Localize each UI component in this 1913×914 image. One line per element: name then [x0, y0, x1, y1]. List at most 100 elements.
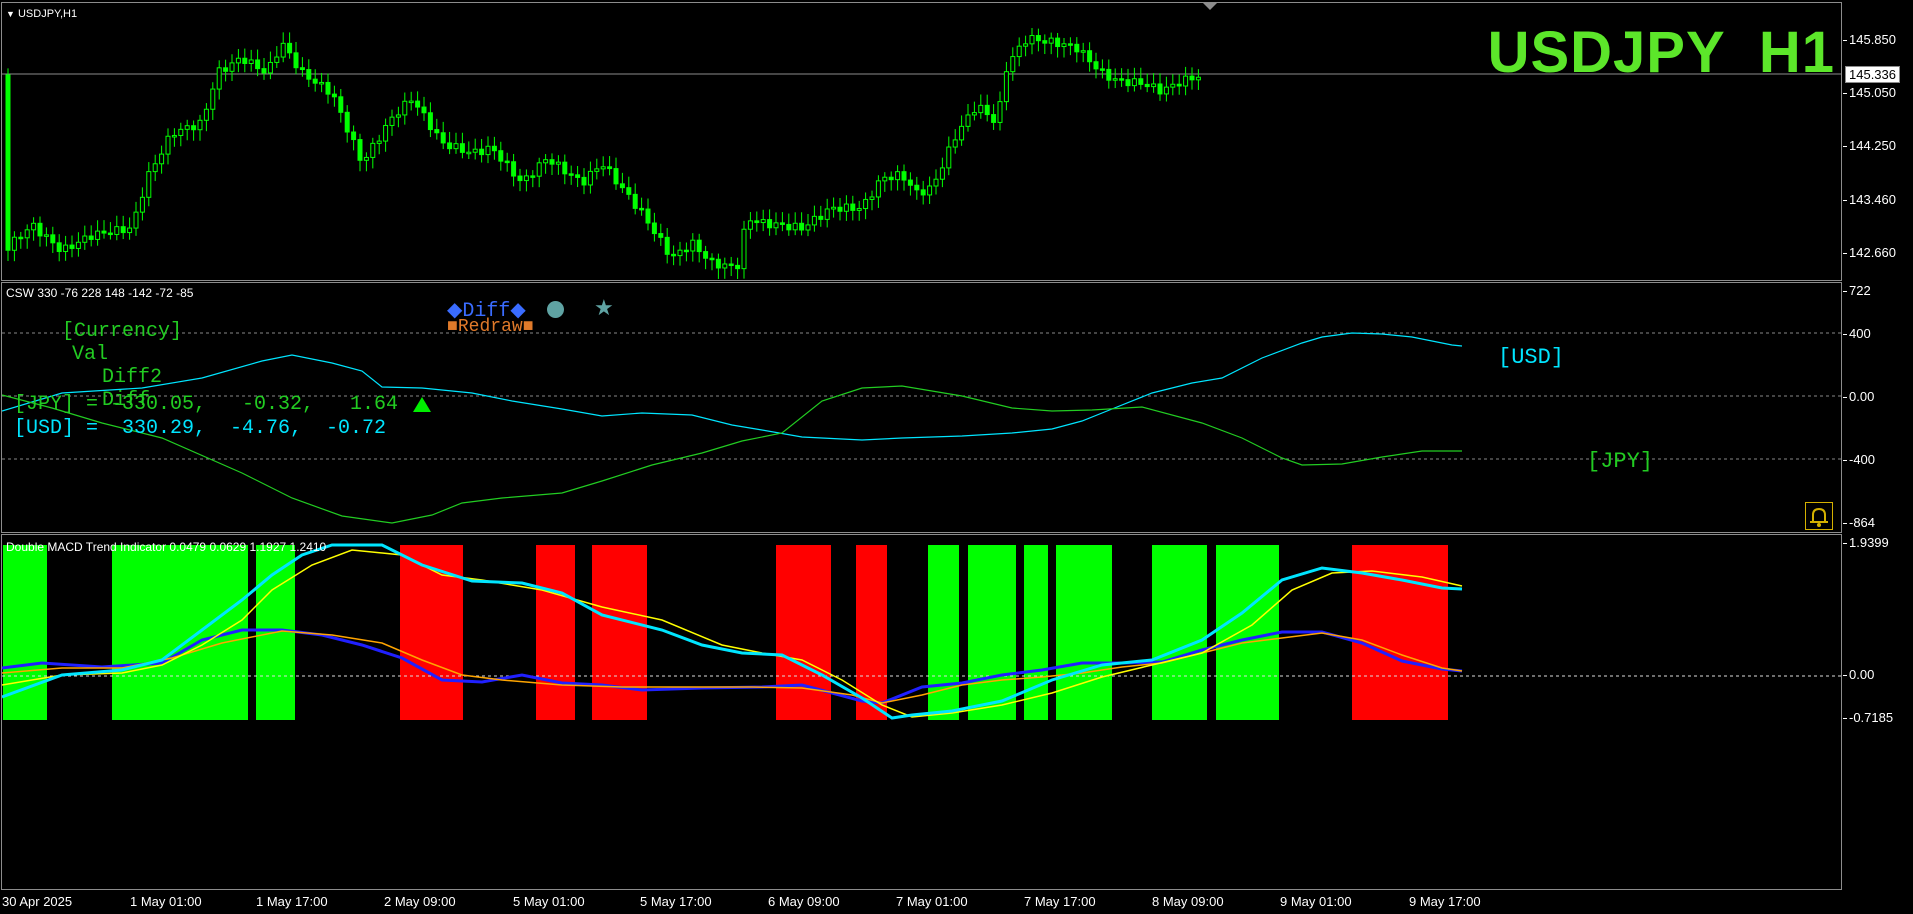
time-label: 30 Apr 2025	[2, 894, 73, 909]
macd-indicator-pane[interactable]: Double MACD Trend Indicator 0.0479 0.062…	[1, 534, 1842, 890]
candle-body	[1189, 75, 1195, 81]
candle-body	[325, 81, 331, 95]
candle-body	[1048, 37, 1054, 44]
redraw-button-label: Redraw	[457, 317, 523, 337]
candle-body	[466, 151, 472, 155]
candle-body	[88, 235, 94, 240]
candle-body	[56, 242, 62, 253]
candle-body	[888, 176, 894, 181]
candle-body	[261, 68, 267, 74]
candle-body	[1074, 43, 1080, 53]
candle-body	[517, 175, 523, 182]
macd-histogram-lines	[2, 543, 1841, 720]
time-label: 9 May 17:00	[1409, 894, 1481, 909]
candle-body	[43, 234, 49, 237]
candle-body	[1195, 76, 1201, 81]
candle-body	[760, 219, 766, 224]
candle-body	[216, 67, 222, 90]
candle-body	[1170, 83, 1176, 88]
candle-body	[549, 159, 555, 165]
candle-body	[651, 222, 657, 235]
candle-body	[274, 56, 280, 63]
candle-body	[773, 222, 779, 229]
candle-body	[383, 124, 389, 142]
candle-body	[747, 220, 753, 230]
candle-body	[1035, 35, 1041, 42]
candle-body	[1003, 71, 1009, 103]
candle-body	[920, 189, 926, 196]
candle-body	[754, 220, 760, 224]
candle-body	[722, 263, 728, 269]
price-chart-pane[interactable]: ▼ USDJPY,H1 USDJPY H1	[1, 2, 1842, 281]
candle-body	[677, 249, 683, 257]
candle-body	[767, 219, 773, 229]
candle-body	[165, 135, 171, 155]
csw-header-val: Val	[72, 343, 109, 366]
circle-icon[interactable]	[547, 301, 564, 318]
candle-body	[575, 174, 581, 178]
candle-body	[351, 131, 357, 141]
price-tick: 145.050	[1843, 85, 1896, 100]
candle-body	[11, 236, 17, 251]
time-label: 5 May 17:00	[640, 894, 712, 909]
candle-body	[946, 146, 952, 169]
candle-body	[184, 125, 190, 130]
candle-body	[1010, 56, 1016, 73]
time-label: 2 May 09:00	[384, 894, 456, 909]
candle-body	[434, 129, 440, 134]
candle-body	[402, 100, 408, 116]
candle-body	[133, 211, 139, 229]
candle-body	[1042, 40, 1048, 44]
candle-body	[1106, 68, 1112, 81]
square-icon: ■	[522, 315, 534, 335]
candle-body	[779, 222, 785, 225]
candle-body	[850, 203, 856, 211]
candle-body	[831, 206, 837, 210]
candle-body	[191, 125, 197, 131]
bell-alert-icon[interactable]	[1805, 502, 1833, 530]
trend-bar	[928, 545, 959, 720]
candle-body	[645, 208, 651, 224]
candle-body	[562, 161, 568, 175]
candle-body	[101, 230, 107, 234]
candle-body	[805, 224, 811, 231]
candle-body	[1157, 83, 1163, 95]
candle-body	[152, 163, 158, 173]
candle-body	[799, 222, 805, 231]
candle-body	[95, 230, 101, 240]
star-icon[interactable]: ★	[594, 295, 614, 321]
redraw-button[interactable]: ■Redraw■	[447, 315, 534, 337]
candle-body	[1131, 78, 1137, 87]
candle-body	[1061, 43, 1067, 48]
csw-axis: 722 400 0.00 -400 -864	[1842, 282, 1913, 533]
candle-body	[491, 145, 497, 152]
candle-body	[127, 227, 133, 234]
candle-body	[421, 106, 427, 114]
candle-body	[415, 100, 421, 108]
candle-body	[120, 226, 126, 234]
candle-body	[875, 180, 881, 198]
shift-marker-icon[interactable]	[1203, 3, 1217, 10]
candle-body	[511, 161, 517, 177]
candle-body	[882, 176, 888, 182]
candle-body	[639, 207, 645, 211]
candle-body	[82, 235, 88, 243]
macd-axis: 1.9399 0.00 -0.7185	[1842, 534, 1913, 890]
trend-bar	[1056, 545, 1112, 720]
candle-body	[229, 62, 235, 72]
candle-body	[287, 42, 293, 54]
candle-body	[690, 239, 696, 252]
candle-body	[959, 125, 965, 141]
csw-indicator-pane[interactable]: CSW 330 -76 228 148 -142 -72 -85 [Curren…	[1, 282, 1842, 533]
candle-body	[210, 88, 216, 110]
candle-body	[632, 193, 638, 209]
candle-body	[1016, 45, 1022, 58]
csw-row-usd: [USD] = 330.29, -4.76, -0.72	[14, 417, 387, 440]
candle-body	[255, 59, 261, 70]
candle-body	[31, 222, 37, 231]
macd-tick: -0.7185	[1842, 710, 1894, 725]
candle-body	[587, 170, 593, 186]
candle-body	[280, 42, 286, 58]
price-tick: 143.460	[1843, 192, 1896, 207]
time-label: 5 May 01:00	[513, 894, 585, 909]
